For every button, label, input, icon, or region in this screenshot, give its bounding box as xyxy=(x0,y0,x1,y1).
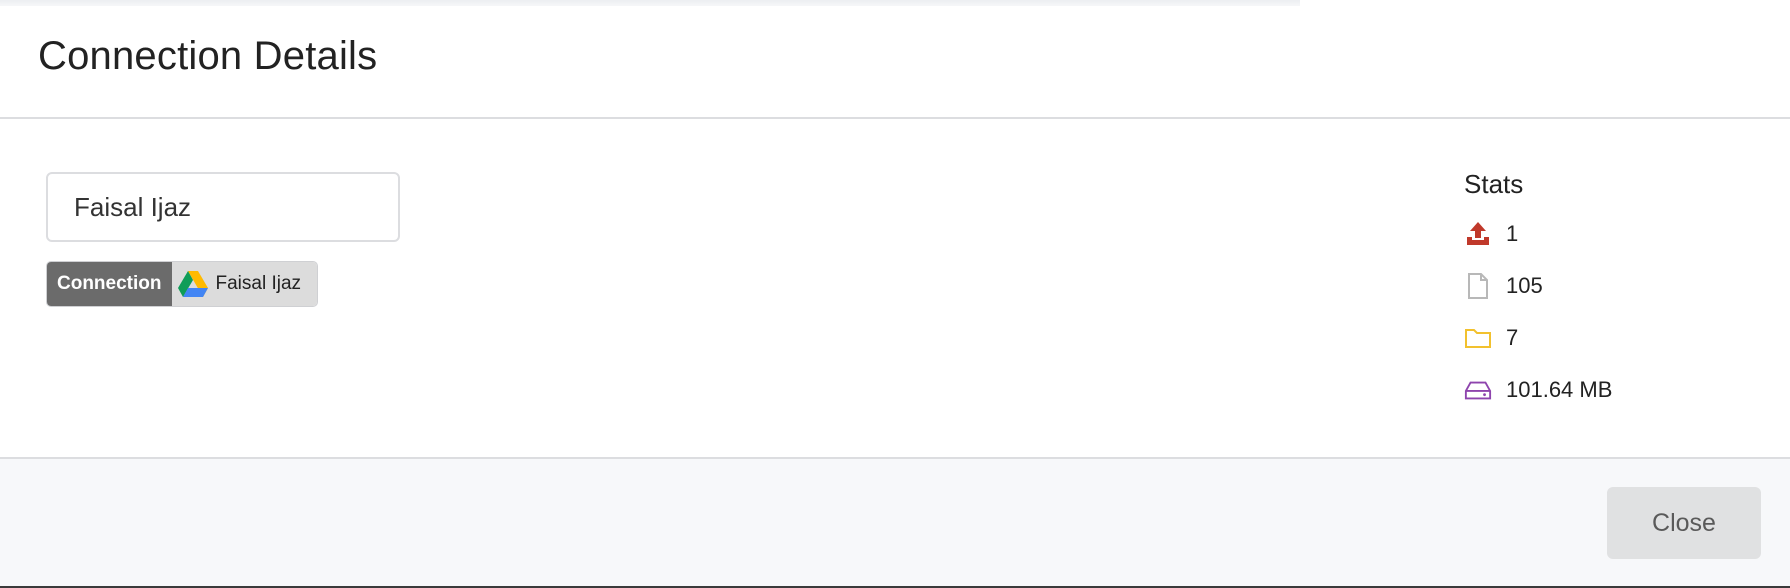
modal-header: Connection Details xyxy=(0,0,1790,119)
stat-files-value: 105 xyxy=(1506,273,1543,298)
stat-size: 101.64 MB xyxy=(1464,364,1764,416)
modal-footer: Close xyxy=(0,457,1790,586)
folder-icon xyxy=(1464,324,1492,352)
stats-title: Stats xyxy=(1464,169,1524,199)
stat-folders: 7 xyxy=(1464,312,1764,364)
label-value: Faisal Ijaz xyxy=(215,273,302,294)
modal-title: Connection Details xyxy=(38,34,378,78)
stat-size-value: 101.64 MB xyxy=(1506,377,1613,402)
modal-content: Connection Faisal Ijaz Stats xyxy=(0,119,1790,457)
stats-panel: Stats 1 105 7 101.64 MB xyxy=(1464,169,1764,416)
stat-uploads: 1 xyxy=(1464,208,1764,260)
hard-drive-icon xyxy=(1464,376,1492,404)
label-value-container: Faisal Ijaz xyxy=(171,262,318,306)
close-button[interactable]: Close xyxy=(1607,487,1761,559)
connection-details-modal: Connection Details Connection Faisal Ija… xyxy=(0,0,1790,588)
stat-uploads-value: 1 xyxy=(1506,221,1519,246)
upload-icon xyxy=(1464,220,1492,248)
stat-folders-value: 7 xyxy=(1506,325,1519,350)
label-key: Connection xyxy=(47,262,172,306)
file-icon xyxy=(1464,272,1492,300)
google-drive-icon xyxy=(177,271,208,297)
stat-files: 105 xyxy=(1464,260,1764,312)
connection-name-input[interactable] xyxy=(46,172,400,242)
connection-label[interactable]: Connection Faisal Ijaz xyxy=(46,261,319,307)
